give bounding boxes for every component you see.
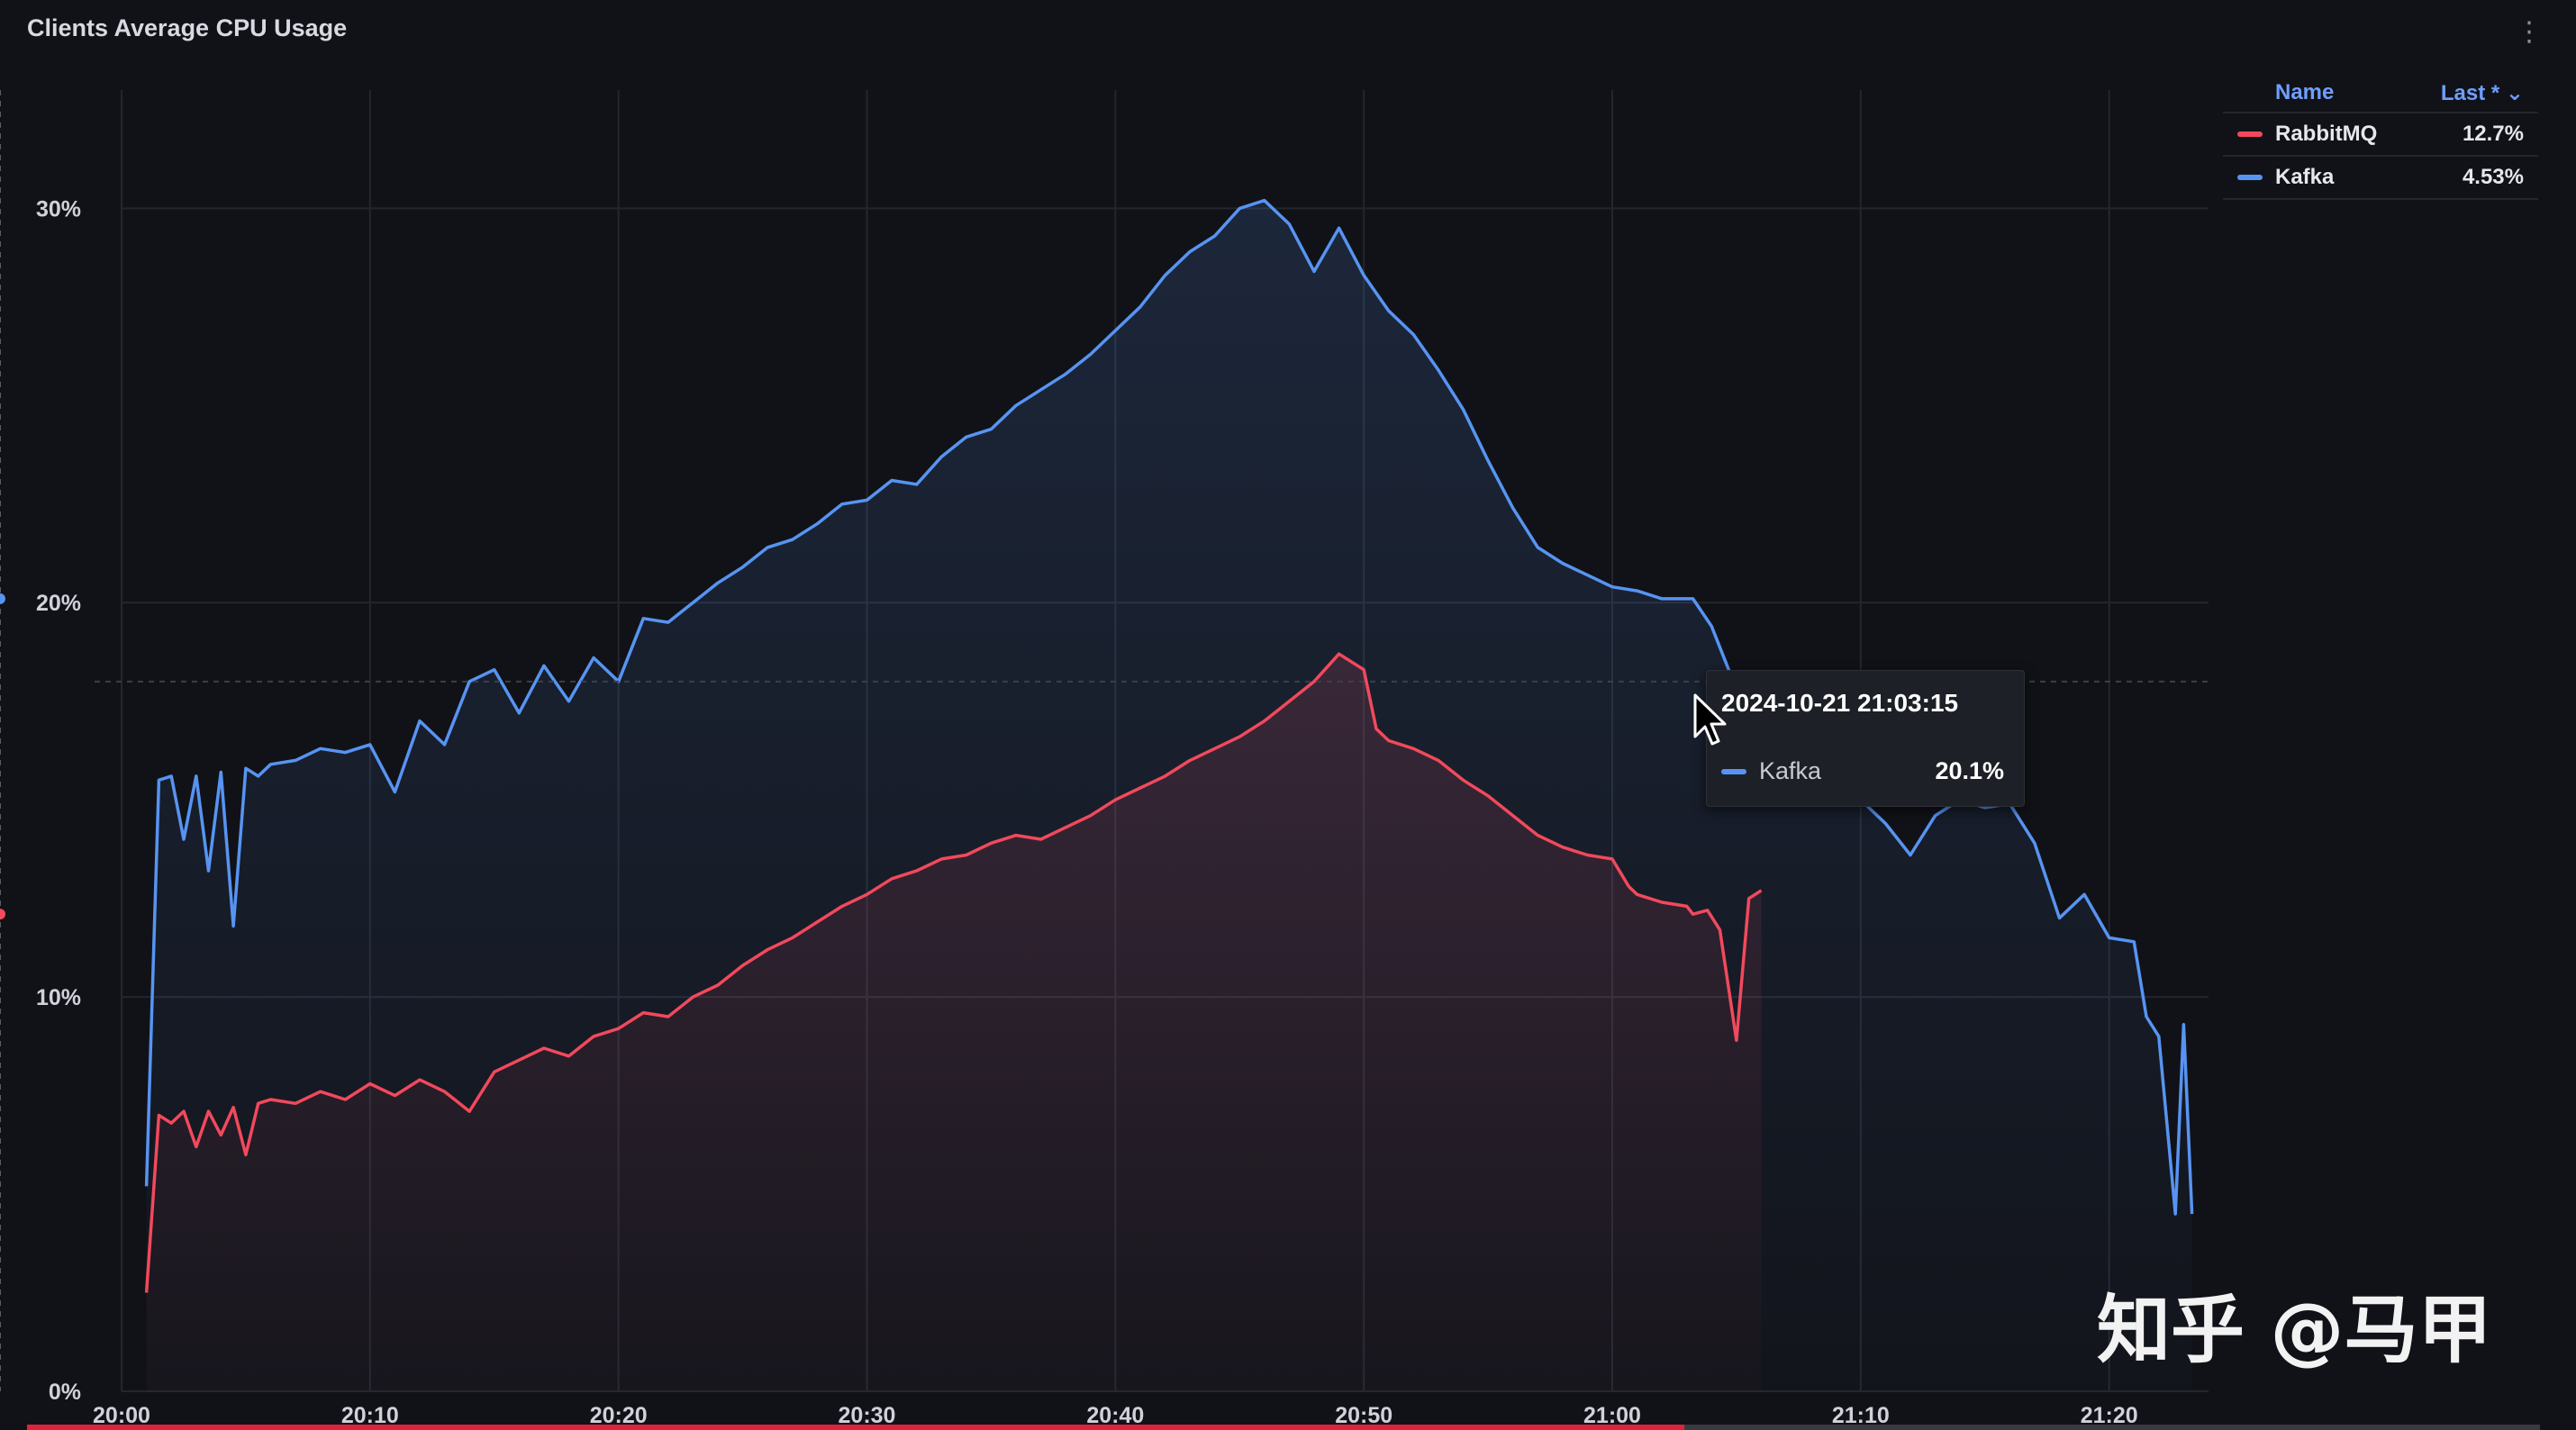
hover-point-kafka (0, 593, 5, 604)
y-axis: 0% 10% 20% 30% (36, 196, 81, 1405)
tooltip-value: 20.1% (1935, 757, 2004, 784)
legend-item-label: RabbitMQ (2275, 122, 2378, 146)
legend-swatch (2237, 131, 2263, 137)
legend-item-label: Kafka (2275, 165, 2335, 189)
legend-header: Name Last * ⌄ (2223, 74, 2538, 113)
legend-last-header[interactable]: Last * ⌄ (2441, 80, 2538, 106)
mouse-pointer-icon (1693, 693, 1727, 746)
legend-swatch (2237, 175, 2263, 180)
y-tick-label: 10% (36, 985, 81, 1010)
chart-panel: Clients Average CPU Usage ⋮ 0% 10% 20% 30% … (0, 0, 2576, 1430)
watermark: 知乎 @马甲 (2097, 1288, 2492, 1373)
tooltip-series-row: Kafka 20.1% (1721, 757, 2004, 785)
y-tick-label: 30% (36, 196, 81, 222)
tooltip-series-name: Kafka (1759, 757, 1822, 784)
legend-item-last: 4.53% (2462, 165, 2524, 189)
y-tick-label: 20% (36, 591, 81, 616)
legend-item-rabbitmq[interactable]: RabbitMQ 12.7% (2223, 113, 2538, 157)
legend-table: Name Last * ⌄ RabbitMQ 12.7% Kafka 4.53% (2223, 74, 2538, 200)
hover-point-rabbitmq (0, 909, 5, 920)
legend-name-header[interactable]: Name (2223, 80, 2334, 105)
hover-tooltip: 2024-10-21 21:03:15 Kafka 20.1% (1706, 670, 2025, 807)
line-chart[interactable]: 0%10%20%30% 20:00 20:10 20:20 20:30 20:40 20:… (0, 0, 2576, 1430)
playback-progress-bar[interactable] (27, 1425, 2540, 1430)
legend-item-last: 12.7% (2462, 122, 2524, 146)
tooltip-swatch (1721, 768, 1746, 774)
tooltip-time: 2024-10-21 21:03:15 (1721, 689, 1959, 717)
y-tick-label: 0% (49, 1380, 81, 1405)
legend-item-kafka[interactable]: Kafka 4.53% (2223, 157, 2538, 200)
